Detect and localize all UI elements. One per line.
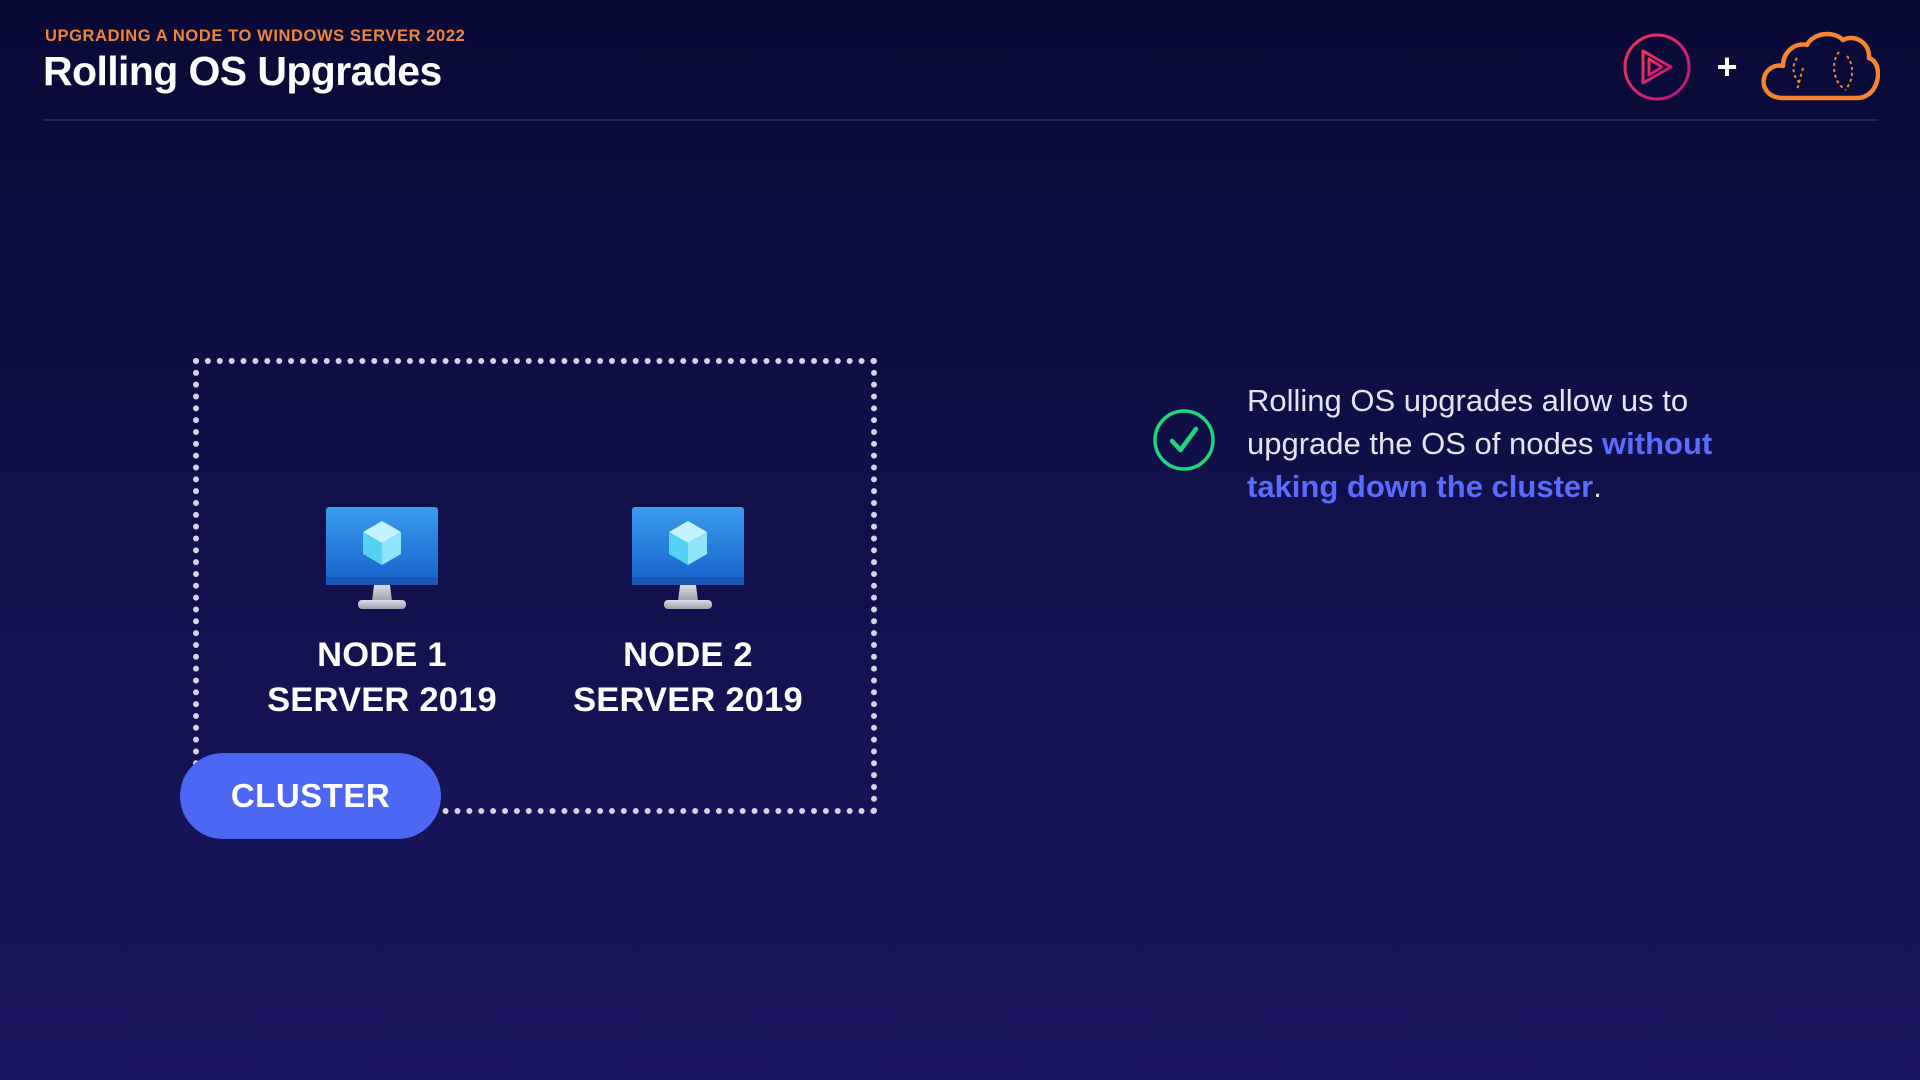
node-2-name: NODE 2 bbox=[623, 636, 753, 674]
monitor-icon bbox=[632, 507, 744, 609]
cloud-logo-icon bbox=[1761, 31, 1880, 101]
plus-icon: + bbox=[1716, 46, 1738, 87]
slide-title: Rolling OS Upgrades bbox=[43, 48, 442, 94]
cluster-label: CLUSTER bbox=[180, 753, 441, 839]
key-point-text: Rolling OS upgrades allow us to upgrade … bbox=[1247, 379, 1807, 508]
node-1: NODE 1 SERVER 2019 bbox=[252, 505, 512, 723]
check-circle-icon bbox=[1153, 409, 1215, 471]
node-2-os: SERVER 2019 bbox=[573, 681, 803, 719]
node-1-os: SERVER 2019 bbox=[267, 681, 497, 719]
header-divider bbox=[43, 119, 1878, 121]
node-1-name: NODE 1 bbox=[317, 636, 447, 674]
slide-eyebrow: UPGRADING A NODE TO WINDOWS SERVER 2022 bbox=[45, 27, 466, 45]
play-logo-icon bbox=[1623, 33, 1691, 101]
monitor-icon bbox=[326, 507, 438, 609]
node-2: NODE 2 SERVER 2019 bbox=[558, 505, 818, 723]
key-point-end: . bbox=[1593, 469, 1602, 504]
